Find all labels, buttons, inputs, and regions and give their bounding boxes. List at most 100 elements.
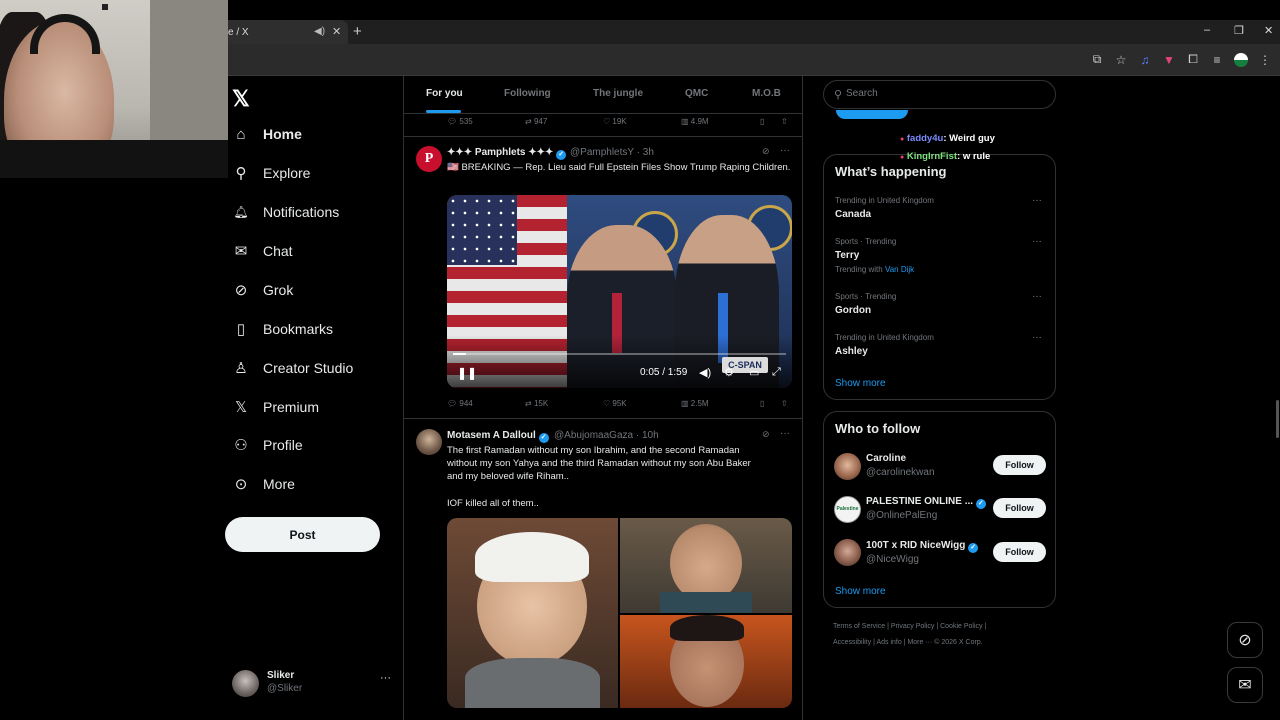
follow-name[interactable]: 100T x RID NiceWigg ✓ [866,540,979,553]
trend-item[interactable]: Ashley [835,346,868,357]
tab-mob[interactable]: M.O.B [752,88,781,99]
repost-button[interactable]: ⇄ 947 [525,117,547,126]
follow-name[interactable]: Caroline [866,453,906,464]
share-icon[interactable]: ⇧ [781,117,788,126]
follow-button[interactable]: Follow [993,542,1046,562]
photo[interactable] [620,518,792,613]
more-icon[interactable]: ··· [780,145,790,156]
more-icon[interactable]: ··· [1032,291,1042,302]
trend-item[interactable]: Gordon [835,305,871,316]
avatar[interactable] [834,453,861,480]
new-tab-button[interactable]: + [353,23,362,40]
nav-notifications[interactable]: 🔔︎ Notifications [232,200,339,224]
avatar[interactable] [834,539,861,566]
views-button[interactable]: ▥ 2.5M [681,399,709,408]
settings-icon[interactable]: ⚙ [724,366,734,379]
cast-icon[interactable]: ⧉ [1090,52,1104,67]
scrollbar[interactable] [1276,400,1279,438]
search-input[interactable] [846,88,1036,99]
repost-button[interactable]: ⇄ 15K [525,399,548,408]
video-player[interactable]: ❚❚ 0:05 / 1:59 C-SPAN ◀︎) ⚙ ▭ ⤢ [447,195,792,388]
bookmark-icon[interactable]: ▯ [760,399,764,408]
more-icon[interactable]: ··· [1032,332,1042,343]
share-icon[interactable]: ⇧ [781,399,788,408]
pause-icon[interactable]: ❚❚ [457,366,477,380]
more-icon[interactable]: ··· [1032,195,1042,206]
follow-handle[interactable]: @carolinekwan [866,467,935,478]
nav-creator-studio[interactable]: ♙ Creator Studio [232,356,353,380]
reply-button[interactable]: 💬︎ 944 [447,399,473,408]
browser-tab[interactable]: e / X ◀︎) ✕ [228,20,348,44]
profile-avatar[interactable] [1234,52,1248,67]
fullscreen-icon[interactable]: ⤢ [772,366,781,379]
video-progress-bar[interactable] [453,353,786,355]
media-icon[interactable]: ≡ [1210,53,1224,67]
tab-the-jungle[interactable]: The jungle [593,88,643,99]
footer-links[interactable]: Terms of Service | Privacy Policy | Cook… [833,623,986,630]
mail-icon[interactable]: ✉ [1227,667,1263,703]
tab-following[interactable]: Following [504,88,551,99]
grok-icon[interactable]: ⊘ [762,146,770,157]
search-box[interactable]: ⚲ [823,80,1056,109]
nav-bookmarks[interactable]: ▯ Bookmarks [232,317,333,341]
footer-links[interactable]: Accessibility | Ads info | More ··· © 20… [833,639,983,646]
more-icon[interactable]: ··· [380,672,391,684]
trend-item[interactable]: Terry [835,250,859,261]
extension-icon[interactable]: ▼ [1162,53,1176,67]
close-window-button[interactable]: ✕ [1264,24,1273,37]
speaker-icon[interactable]: ◀︎) [314,26,325,37]
like-button[interactable]: ♡ 95K [603,399,627,408]
grok-icon[interactable]: ⊘ [762,429,770,440]
follow-handle[interactable]: @NiceWigg [866,554,919,565]
author-handle[interactable]: @PamphletsY · 3h [570,147,654,158]
grok-icon[interactable]: ⊘ [1227,622,1263,658]
account-switcher[interactable]: Sliker @Sliker ··· [232,666,392,700]
author-name[interactable]: Motasem A Dalloul ✓ [447,430,549,443]
avatar[interactable]: Palestine [834,496,861,523]
close-tab-icon[interactable]: ✕ [332,25,341,38]
x-logo-icon[interactable]: 𝕏 [232,86,250,112]
more-icon[interactable]: ··· [780,428,790,439]
follow-button[interactable]: Follow [993,455,1046,475]
extension-icon[interactable]: ♫ [1138,53,1152,67]
pip-icon[interactable]: ▭ [749,366,759,379]
like-button[interactable]: ♡ 19K [603,117,627,126]
author-handle[interactable]: @AbujomaaGaza · 10h [554,430,659,441]
nav-home[interactable]: ⌂ Home [232,122,301,146]
volume-icon[interactable]: ◀︎) [699,366,711,379]
post-button[interactable]: Post [225,517,380,552]
tab-qmc[interactable]: QMC [685,88,708,99]
nav-chat[interactable]: ✉ Chat [232,239,293,263]
address-bar[interactable]: ⧉ ☆ ♫ ▼ ⧠ ≡ ⋮ [228,44,1280,76]
show-more-link[interactable]: Show more [835,586,886,597]
star-icon[interactable]: ☆ [1114,53,1128,67]
minimize-button[interactable]: – [1204,24,1210,36]
avatar[interactable] [416,429,442,455]
menu-icon[interactable]: ⋮ [1258,53,1272,67]
more-icon[interactable]: ··· [1032,236,1042,247]
nav-profile[interactable]: ⚇ Profile [232,433,302,457]
reply-button[interactable]: 💬︎ 535 [447,117,473,126]
nav-explore[interactable]: ⚲ Explore [232,161,311,185]
tweet-photo-grid[interactable] [447,518,792,708]
avatar[interactable]: P [416,146,442,172]
follow-handle[interactable]: @OnlinePalEng [866,510,937,521]
trend-item[interactable]: Canada [835,209,871,220]
trend-meta: Trending in United Kingdom [835,333,934,342]
restore-button[interactable]: ❐ [1234,24,1244,37]
verified-badge-icon: ✓ [975,499,986,509]
nav-grok[interactable]: ⊘ Grok [232,278,294,302]
subscribe-button[interactable] [836,110,908,119]
follow-button[interactable]: Follow [993,498,1046,518]
show-more-link[interactable]: Show more [835,378,886,389]
nav-premium[interactable]: 𝕏 Premium [232,395,319,419]
follow-name[interactable]: PALESTINE ONLINE ... ✓ [866,496,986,509]
photo[interactable] [447,518,618,708]
views-button[interactable]: ▥ 4.9M [681,117,709,126]
bookmark-icon[interactable]: ▯ [760,117,764,126]
puzzle-icon[interactable]: ⧠ [1186,52,1200,67]
photo[interactable] [620,615,792,708]
author-name[interactable]: ✦✦✦ Pamphlets ✦✦✦ ✓ [447,147,567,160]
nav-more[interactable]: ⊙ More [232,472,295,496]
tab-for-you[interactable]: For you [426,88,463,99]
